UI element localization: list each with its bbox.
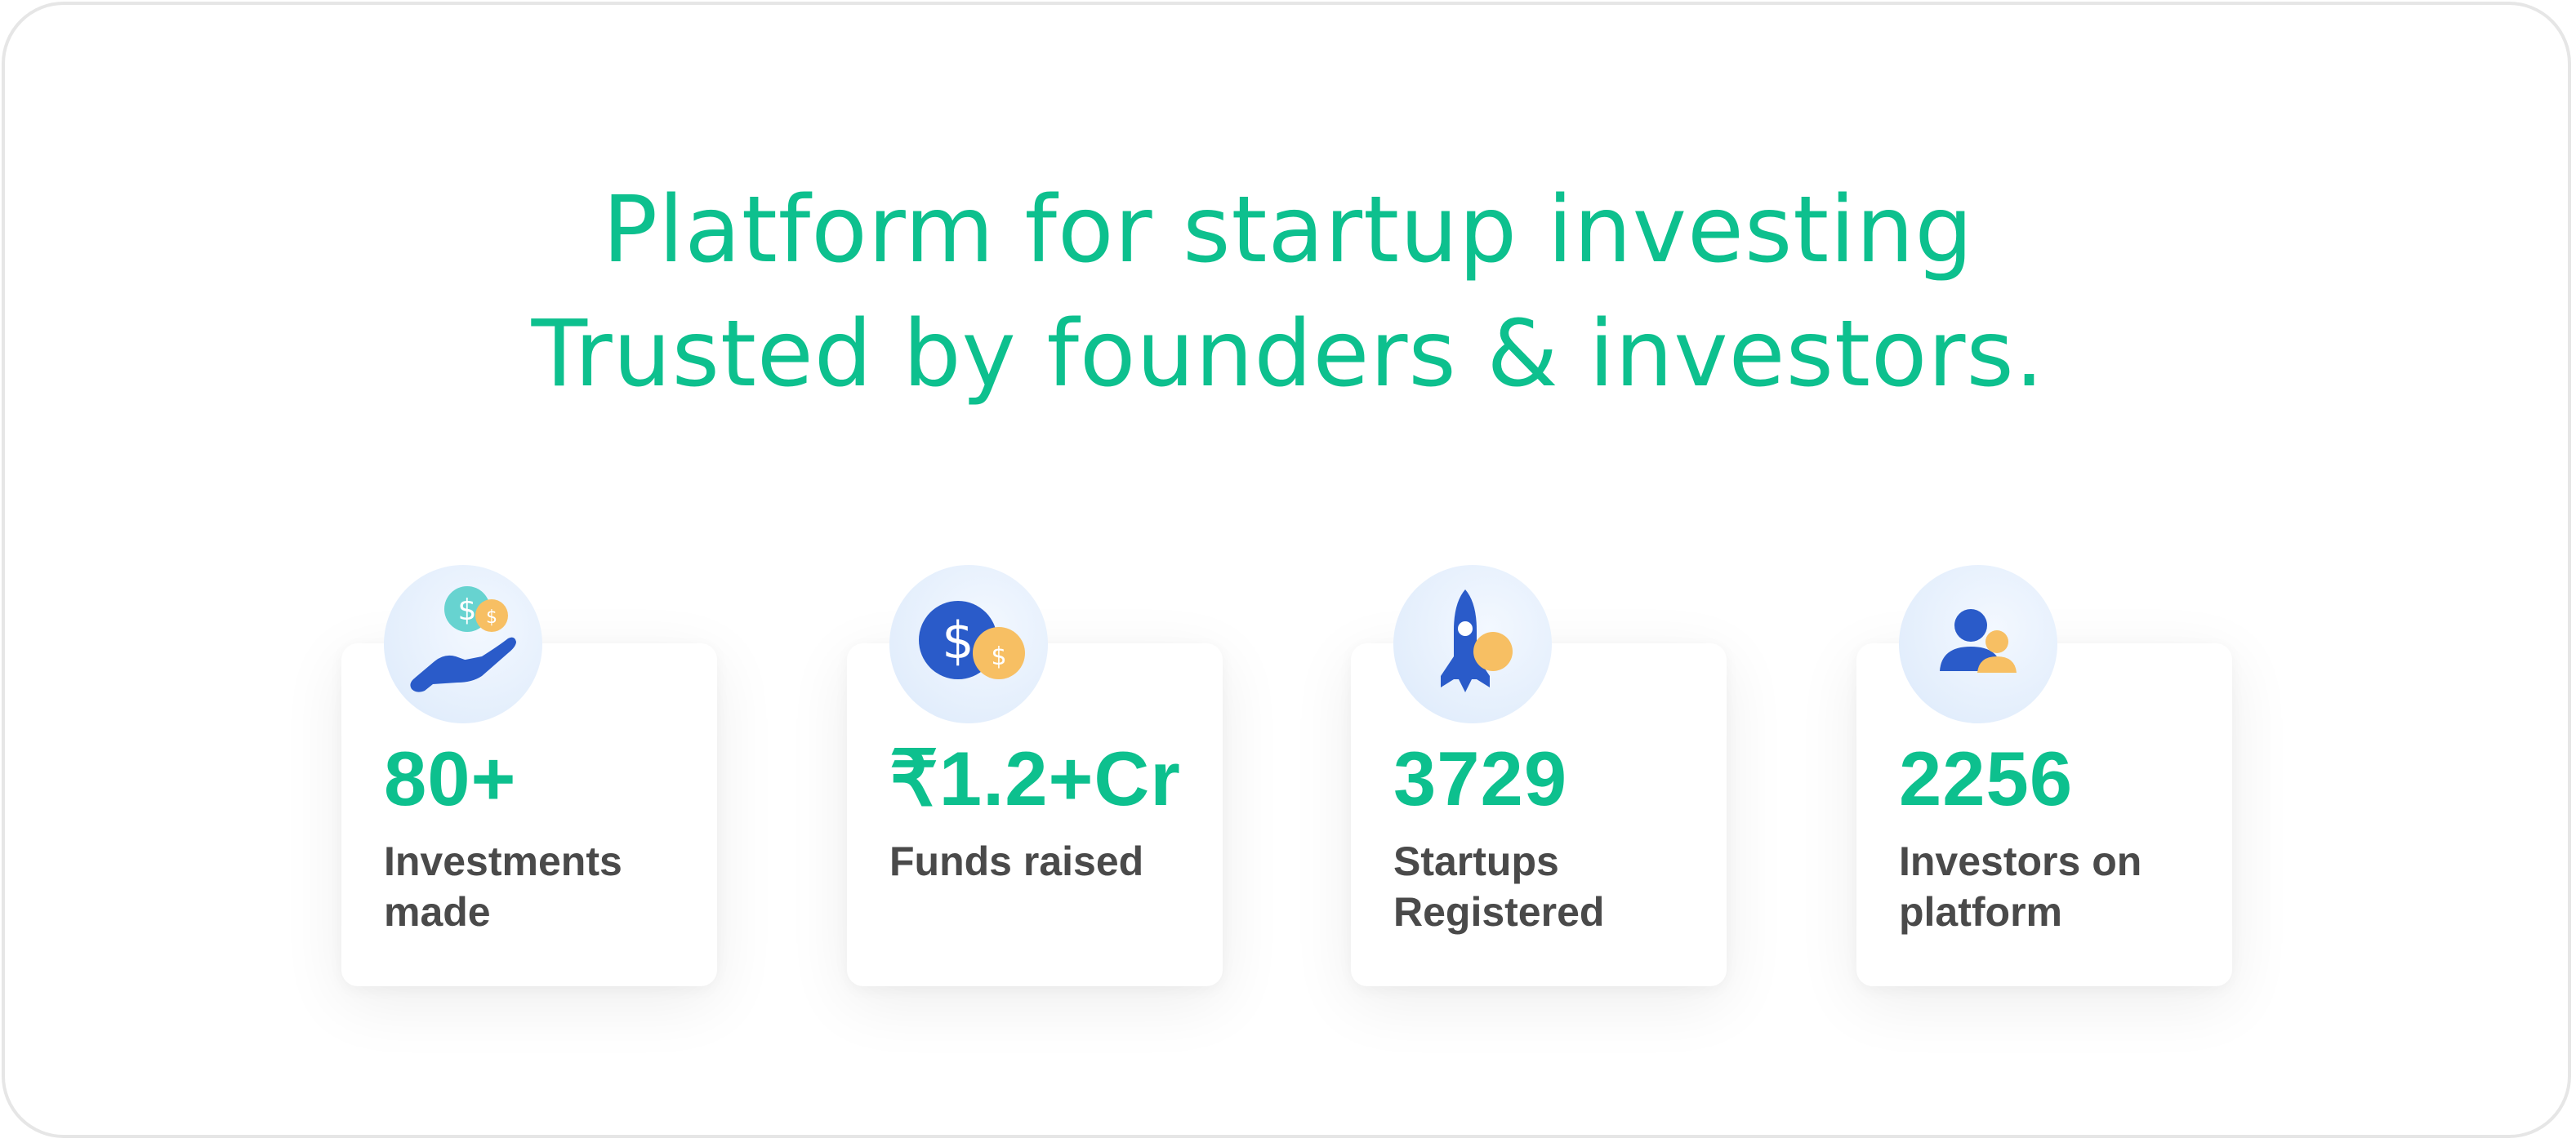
stat-investments: $ $ 80+ Investments made (341, 565, 725, 990)
headline-line-1: Platform for startup investing (602, 177, 1974, 283)
svg-text:$: $ (991, 643, 1006, 671)
stat-label: Investments made (384, 838, 622, 935)
dollar-coins-icon: $ $ (889, 565, 1048, 723)
stat-funds: $ $ ₹1.2+Cr Funds raised (847, 565, 1231, 990)
stat-value: 80+ (384, 736, 517, 821)
stat-value: 2256 (1899, 736, 2074, 821)
stat-startups: 3729 Startups Registered (1351, 565, 1735, 990)
stat-label: Funds raised (889, 838, 1144, 884)
investors-icon (1899, 565, 2057, 723)
hand-coins-icon: $ $ (384, 565, 542, 723)
stat-investors: 2256 Investors on platform (1856, 565, 2240, 990)
svg-text:$: $ (458, 594, 477, 627)
stat-label: Investors on platform (1899, 838, 2142, 935)
svg-text:$: $ (486, 607, 497, 628)
stat-value: ₹1.2+Cr (889, 736, 1181, 821)
svg-text:$: $ (942, 611, 974, 670)
rocket-icon (1393, 565, 1552, 723)
stat-value: 3729 (1393, 736, 1568, 821)
headline-line-2: Trusted by founders & investors. (531, 301, 2045, 407)
stat-label: Startups Registered (1393, 838, 1605, 935)
